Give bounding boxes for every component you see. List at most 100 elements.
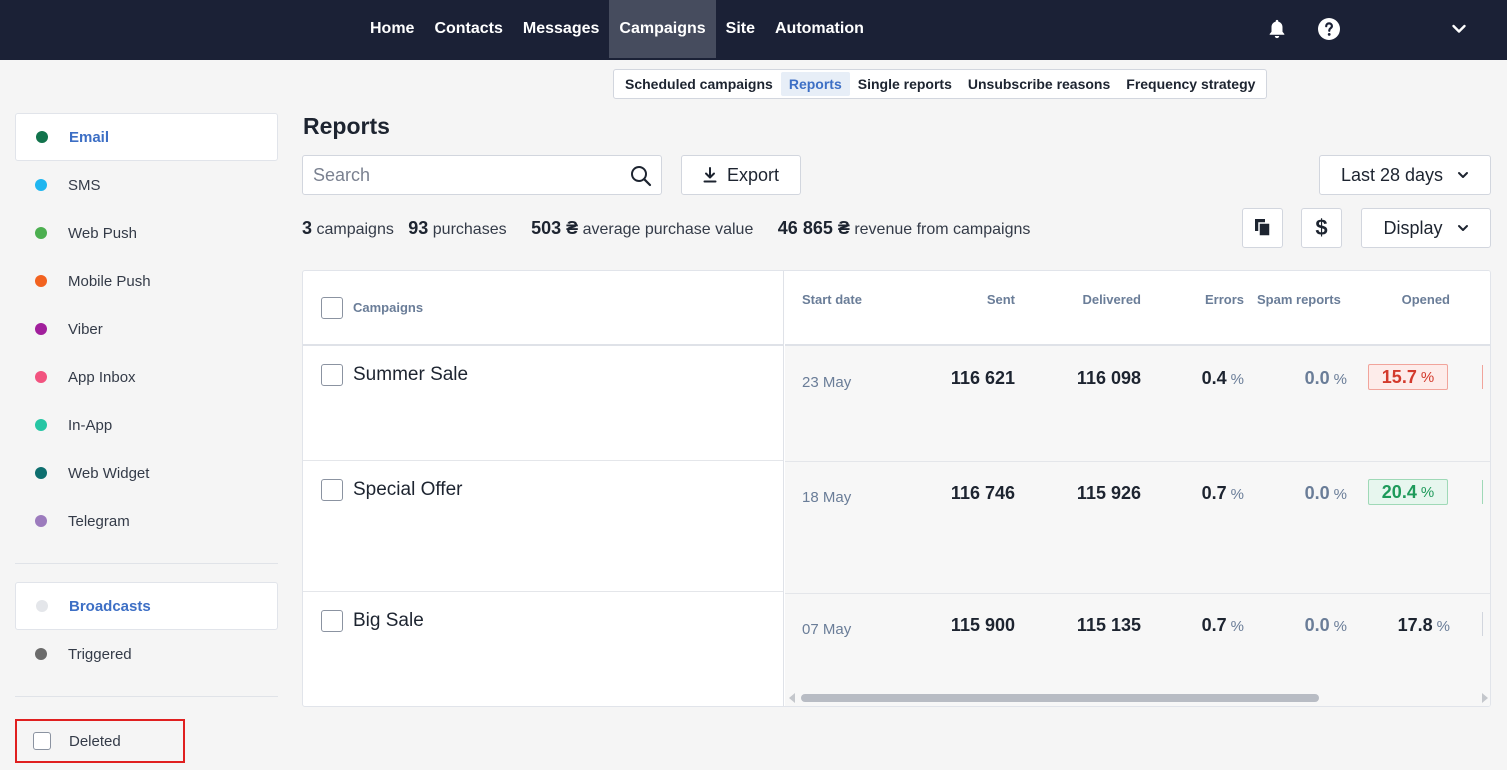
status-dot (35, 419, 47, 431)
nav-home[interactable]: Home (360, 0, 424, 58)
nav-automation[interactable]: Automation (765, 0, 874, 58)
tab-reports[interactable]: Reports (780, 72, 850, 96)
sidebar-item-label: Triggered (68, 645, 132, 663)
revenue-value: 46 865 ₴ (777, 218, 850, 238)
scroll-thumb[interactable] (801, 694, 1319, 702)
sidebar-item-label: App Inbox (68, 368, 136, 386)
bell-icon[interactable] (1262, 14, 1292, 44)
dollar-icon: $ (1315, 215, 1328, 240)
errors-number: 0.7 (1201, 483, 1227, 503)
column-header-spam-reports[interactable]: Spam reports (1257, 292, 1341, 307)
sidebar-divider (15, 696, 278, 697)
campaign-name[interactable]: Special Offer (353, 479, 462, 501)
period-dropdown[interactable]: Last 28 days (1319, 155, 1491, 195)
delivered-value: 115 926 (1076, 483, 1141, 503)
currency-button[interactable]: $ (1301, 208, 1342, 248)
horizontal-scrollbar[interactable] (785, 689, 1490, 706)
column-header-errors[interactable]: Errors (1205, 292, 1244, 307)
percent-sign: % (1333, 371, 1347, 388)
next-column-edge (1482, 365, 1486, 389)
chevron-down-icon[interactable] (1444, 14, 1474, 44)
search-icon[interactable] (629, 164, 653, 188)
percent-sign: % (1230, 618, 1244, 635)
percent-sign: % (1333, 618, 1347, 635)
opened-badge: 20.4% (1368, 479, 1448, 505)
select-all-checkbox[interactable] (321, 296, 343, 319)
sidebar-item-sms[interactable]: SMS (15, 161, 278, 209)
start-date: 18 May (802, 489, 852, 506)
sent-value: 115 900 (950, 615, 1015, 635)
sidebar-item-label: Viber (68, 320, 103, 338)
table-row[interactable]: Big Sale (303, 592, 783, 706)
column-header-start-date[interactable]: Start date (802, 292, 862, 307)
deleted-filter[interactable]: Deleted (15, 719, 185, 763)
nav-site[interactable]: Site (716, 0, 765, 58)
sidebar-item-mobile-push[interactable]: Mobile Push (15, 257, 278, 305)
export-button[interactable]: Export (681, 155, 801, 195)
opened-number: 17.8 (1397, 615, 1433, 635)
metrics-header: Start date Sent Delivered Errors Spam re… (785, 271, 1490, 346)
spam-number: 0.0 (1304, 615, 1330, 635)
sidebar-item-telegram[interactable]: Telegram (15, 497, 278, 545)
campaigns-count: 3 (302, 218, 313, 238)
sidebar-item-in-app[interactable]: In-App (15, 401, 278, 449)
sent-value: 116 621 (950, 368, 1015, 388)
row-checkbox[interactable] (321, 479, 343, 501)
sidebar-item-web-push[interactable]: Web Push (15, 209, 278, 257)
avg-purchase-value: 503 ₴ (531, 218, 579, 238)
deleted-checkbox[interactable] (33, 732, 51, 750)
tab-single-reports[interactable]: Single reports (850, 72, 960, 96)
nav-campaigns[interactable]: Campaigns (609, 0, 716, 58)
campaign-name[interactable]: Summer Sale (353, 364, 468, 386)
sidebar-item-app-inbox[interactable]: App Inbox (15, 353, 278, 401)
campaign-name-column: Campaigns Summer Sale Special Offer Big … (303, 271, 784, 706)
column-header-sent[interactable]: Sent (987, 292, 1015, 307)
sidebar-item-triggered[interactable]: Triggered (15, 630, 278, 678)
scroll-right-icon[interactable] (1482, 693, 1488, 703)
sidebar-item-email[interactable]: Email (15, 113, 278, 161)
copy-button[interactable] (1242, 208, 1283, 248)
spam-value: 0.0% (1305, 615, 1347, 636)
nav-contacts[interactable]: Contacts (424, 0, 512, 58)
percent-sign: % (1230, 486, 1244, 503)
campaigns-label: campaigns (316, 221, 394, 238)
tab-unsubscribe-reasons[interactable]: Unsubscribe reasons (960, 72, 1118, 96)
sidebar-item-web-widget[interactable]: Web Widget (15, 449, 278, 497)
row-checkbox[interactable] (321, 364, 343, 386)
scroll-left-icon[interactable] (789, 693, 795, 703)
table-row[interactable]: Summer Sale (303, 346, 783, 461)
sent-value: 116 746 (950, 483, 1015, 503)
avg-purchase-label: average purchase value (582, 221, 754, 238)
nav-messages[interactable]: Messages (513, 0, 610, 58)
chevron-down-icon (1457, 169, 1469, 181)
sidebar-item-label: Telegram (68, 512, 130, 530)
sidebar-item-label: Email (69, 128, 110, 146)
table-row[interactable]: Special Offer (303, 461, 783, 592)
table-row[interactable]: 18 May 116 746 115 926 0.7% 0.0% 20.4% (785, 463, 1490, 594)
spam-value: 0.0% (1305, 368, 1347, 389)
sidebar-item-label: Broadcasts (69, 597, 151, 615)
errors-value: 0.4% (1202, 368, 1244, 389)
sidebar-item-viber[interactable]: Viber (15, 305, 278, 353)
sidebar-item-broadcasts[interactable]: Broadcasts (15, 582, 278, 630)
table-row[interactable]: 23 May 116 621 116 098 0.4% 0.0% 15.7% (785, 348, 1490, 462)
opened-number: 15.7 (1381, 366, 1417, 387)
help-icon[interactable] (1314, 14, 1344, 44)
campaign-name[interactable]: Big Sale (353, 610, 424, 632)
export-label: Export (726, 164, 780, 185)
search-input[interactable] (313, 156, 613, 194)
campaign-metrics-area: Start date Sent Delivered Errors Spam re… (785, 271, 1490, 706)
column-header-delivered[interactable]: Delivered (1082, 292, 1141, 307)
status-dot (36, 131, 48, 143)
tab-frequency-strategy[interactable]: Frequency strategy (1118, 72, 1263, 96)
row-checkbox[interactable] (321, 610, 343, 632)
opened-value: 17.8% (1398, 615, 1450, 636)
column-header-opened[interactable]: Opened (1402, 292, 1450, 307)
chevron-down-icon (1457, 222, 1469, 234)
column-header-campaigns[interactable]: Campaigns (353, 300, 423, 315)
spam-number: 0.0 (1304, 483, 1330, 503)
status-dot (35, 227, 47, 239)
tab-scheduled-campaigns[interactable]: Scheduled campaigns (617, 72, 781, 96)
display-dropdown[interactable]: Display (1361, 208, 1491, 248)
status-dot (35, 648, 47, 660)
